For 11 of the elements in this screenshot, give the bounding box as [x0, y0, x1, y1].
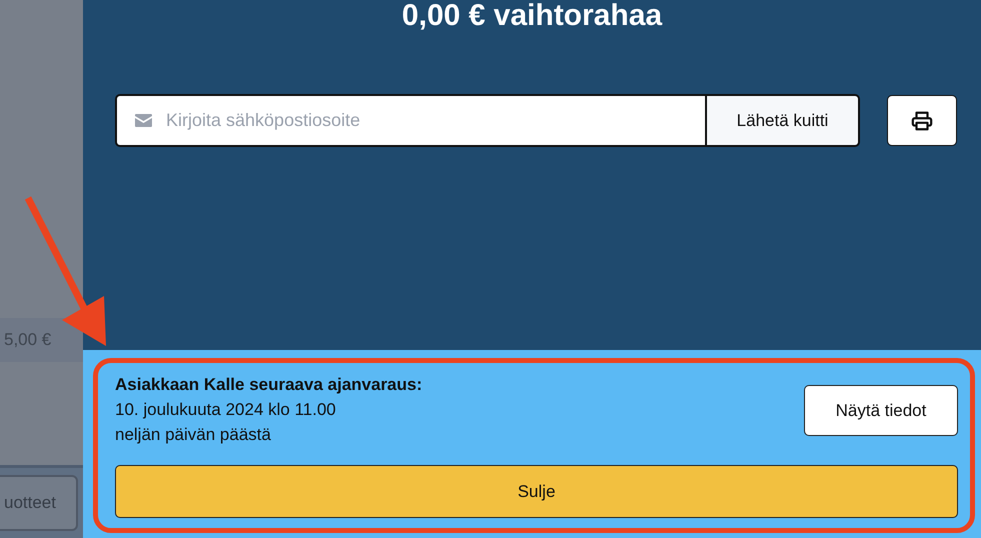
- close-button[interactable]: Sulje: [115, 465, 958, 518]
- print-button[interactable]: [887, 95, 957, 146]
- show-details-button[interactable]: Näytä tiedot: [804, 385, 958, 436]
- appointment-title: Asiakkaan Kalle seuraava ajanvaraus:: [115, 375, 422, 395]
- appointment-relative-time: neljän päivän päästä: [115, 425, 272, 445]
- mail-icon: [135, 114, 152, 127]
- email-field[interactable]: Kirjoita sähköpostiosoite Lähetä kuitti: [115, 94, 860, 147]
- change-title: 0,00 € vaihtorahaa: [400, 0, 664, 32]
- printer-icon: [911, 110, 933, 132]
- appointment-date: 10. joulukuuta 2024 klo 11.00: [115, 400, 337, 420]
- send-receipt-button[interactable]: Lähetä kuitti: [705, 96, 858, 145]
